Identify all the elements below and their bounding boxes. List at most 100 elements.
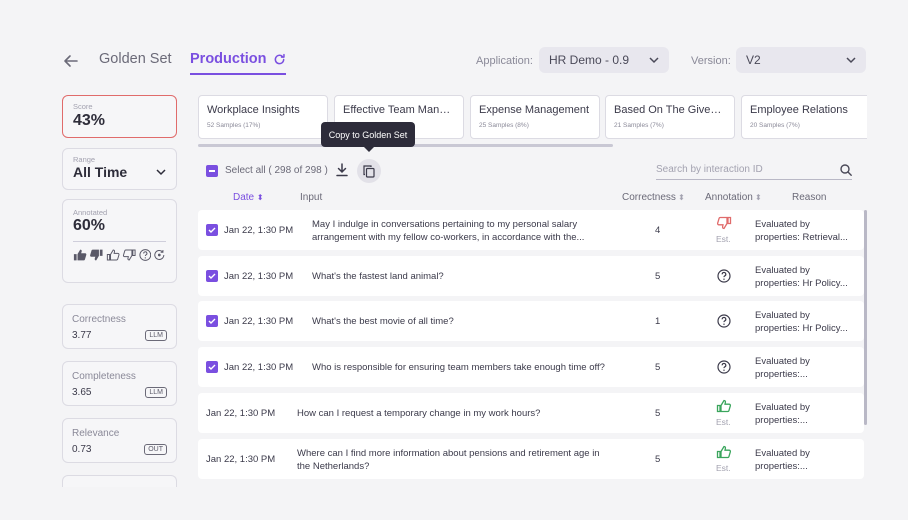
row-checkbox[interactable] — [206, 270, 218, 282]
metric-card-partial — [62, 475, 177, 487]
refresh-icon[interactable] — [273, 53, 286, 66]
metric-card-correctness[interactable]: Correctness 3.77 LLM — [62, 304, 177, 349]
application-label: Application: — [476, 55, 533, 67]
auto-annotation-icon[interactable] — [153, 248, 166, 262]
tab-production[interactable]: Production — [190, 51, 286, 75]
chevron-down-icon — [649, 56, 659, 63]
question-icon[interactable] — [717, 314, 731, 328]
thumbs-down-filled-icon[interactable] — [89, 248, 103, 262]
row-reason-line1: Evaluated by — [755, 448, 810, 459]
col-date[interactable]: Date ⬍ — [233, 192, 264, 203]
category-title: Based On The Given Li... — [614, 104, 726, 116]
thumbs-up-icon[interactable] — [716, 445, 732, 459]
col-reason: Reason — [792, 192, 827, 203]
col-correctness[interactable]: Correctness ⬍ — [622, 192, 685, 203]
question-icon[interactable] — [717, 360, 731, 374]
annotated-value: 60% — [73, 217, 166, 242]
select-all-checkbox[interactable] — [206, 165, 218, 177]
row-date: Jan 22, 1:30 PM — [224, 225, 294, 236]
back-arrow-icon[interactable] — [62, 52, 80, 70]
row-checkbox[interactable] — [206, 224, 218, 236]
row-correctness: 5 — [655, 362, 661, 373]
row-reason-line2: properties: Hr Policy... — [755, 278, 848, 289]
col-date-label: Date — [233, 192, 255, 203]
question-icon[interactable] — [139, 248, 152, 262]
row-correctness: 1 — [655, 316, 661, 327]
range-value: All Time — [73, 164, 128, 180]
metric-value: 0.73 — [72, 444, 92, 455]
table-row[interactable]: Jan 22, 1:30 PM How can I request a temp… — [198, 393, 864, 433]
category-card[interactable]: Expense Management 25 Samples (8%) — [470, 95, 600, 139]
application-select[interactable]: HR Demo - 0.9 — [539, 47, 669, 73]
metric-tag: LLM — [145, 330, 167, 341]
sort-icon: ⬍ — [675, 193, 685, 202]
category-title: Effective Team Manag... — [343, 104, 455, 116]
question-icon[interactable] — [717, 269, 731, 283]
row-est: Est. — [716, 463, 731, 473]
application-value: HR Demo - 0.9 — [549, 53, 630, 67]
row-est: Est. — [716, 234, 731, 244]
row-input-line2: arrangement with my fellow co-workers, i… — [312, 232, 585, 243]
table-row[interactable]: Jan 22, 1:30 PM What's the fastest land … — [198, 256, 864, 296]
row-checkbox[interactable] — [206, 315, 218, 327]
thumbs-up-filled-icon[interactable] — [73, 248, 87, 262]
tooltip: Copy to Golden Set — [321, 122, 415, 152]
row-checkbox[interactable] — [206, 361, 218, 373]
table-row[interactable]: Jan 22, 1:30 PM May I indulge in convers… — [198, 210, 864, 250]
col-input: Input — [300, 192, 323, 203]
row-date: Jan 22, 1:30 PM — [224, 316, 294, 327]
metric-value: 3.77 — [72, 330, 92, 341]
version-select[interactable]: V2 — [736, 47, 866, 73]
category-card[interactable]: Employee Relations 20 Samples (7%) — [741, 95, 867, 139]
metric-card-completeness[interactable]: Completeness 3.65 LLM — [62, 361, 177, 406]
range-caption: Range — [73, 155, 96, 164]
search-placeholder: Search by interaction ID — [656, 164, 763, 175]
row-correctness: 5 — [655, 271, 661, 282]
metric-name: Completeness — [72, 371, 136, 382]
thumbs-down-icon[interactable] — [716, 216, 732, 230]
table-row[interactable]: Jan 22, 1:30 PM Who is responsible for e… — [198, 347, 864, 387]
table-row[interactable]: Jan 22, 1:30 PM Where can I find more in… — [198, 439, 864, 479]
search-icon[interactable] — [840, 163, 852, 176]
metric-card-relevance[interactable]: Relevance 0.73 OUT — [62, 418, 177, 463]
row-date: Jan 22, 1:30 PM — [206, 454, 276, 465]
range-select[interactable]: Range All Time — [62, 148, 177, 190]
col-annotation[interactable]: Annotation ⬍ — [705, 192, 762, 203]
chevron-down-icon — [846, 56, 856, 63]
category-title: Employee Relations — [750, 104, 848, 116]
row-est: Est. — [716, 417, 731, 427]
metric-tag: LLM — [145, 387, 167, 398]
annotated-caption: Annotated — [73, 208, 108, 217]
copy-icon — [363, 164, 375, 178]
metric-name: Correctness — [72, 314, 126, 325]
thumbs-up-icon[interactable] — [716, 399, 732, 413]
category-samples: 52 Samples (17%) — [207, 122, 261, 129]
row-reason-line1: Evaluated by — [755, 356, 810, 367]
tooltip-text: Copy to Golden Set — [328, 129, 408, 140]
score-card[interactable]: Score 43% — [62, 95, 177, 138]
thumbs-up-outline-icon[interactable] — [106, 248, 120, 262]
row-input-line1: What's the fastest land animal? — [312, 271, 444, 282]
select-all-label: Select all ( 298 of 298 ) — [225, 165, 328, 176]
category-samples: 21 Samples (7%) — [614, 122, 664, 129]
metric-value: 3.65 — [72, 387, 92, 398]
annotated-card[interactable]: Annotated 60% — [62, 199, 177, 283]
thumbs-down-outline-icon[interactable] — [122, 248, 136, 262]
download-icon[interactable] — [336, 163, 348, 177]
row-input-line1: Where can I find more information about … — [297, 448, 600, 459]
category-card[interactable]: Workplace Insights 52 Samples (17%) — [198, 95, 328, 139]
row-reason-line1: Evaluated by — [755, 265, 810, 276]
table-scrollbar[interactable] — [864, 210, 867, 425]
search-input[interactable]: Search by interaction ID — [656, 160, 852, 180]
row-reason-line2: properties: Retrieval... — [755, 232, 848, 243]
chevron-down-icon — [156, 168, 166, 175]
version-label: Version: — [691, 55, 731, 67]
copy-button[interactable] — [357, 159, 381, 183]
row-date: Jan 22, 1:30 PM — [224, 362, 294, 373]
score-value: 43% — [73, 112, 106, 129]
annotation-filter-icons — [73, 248, 166, 262]
row-input-line1: What's the best movie of all time? — [312, 316, 454, 327]
tab-golden-set[interactable]: Golden Set — [99, 51, 172, 67]
category-card[interactable]: Based On The Given Li... 21 Samples (7%) — [605, 95, 735, 139]
table-row[interactable]: Jan 22, 1:30 PM What's the best movie of… — [198, 301, 864, 341]
